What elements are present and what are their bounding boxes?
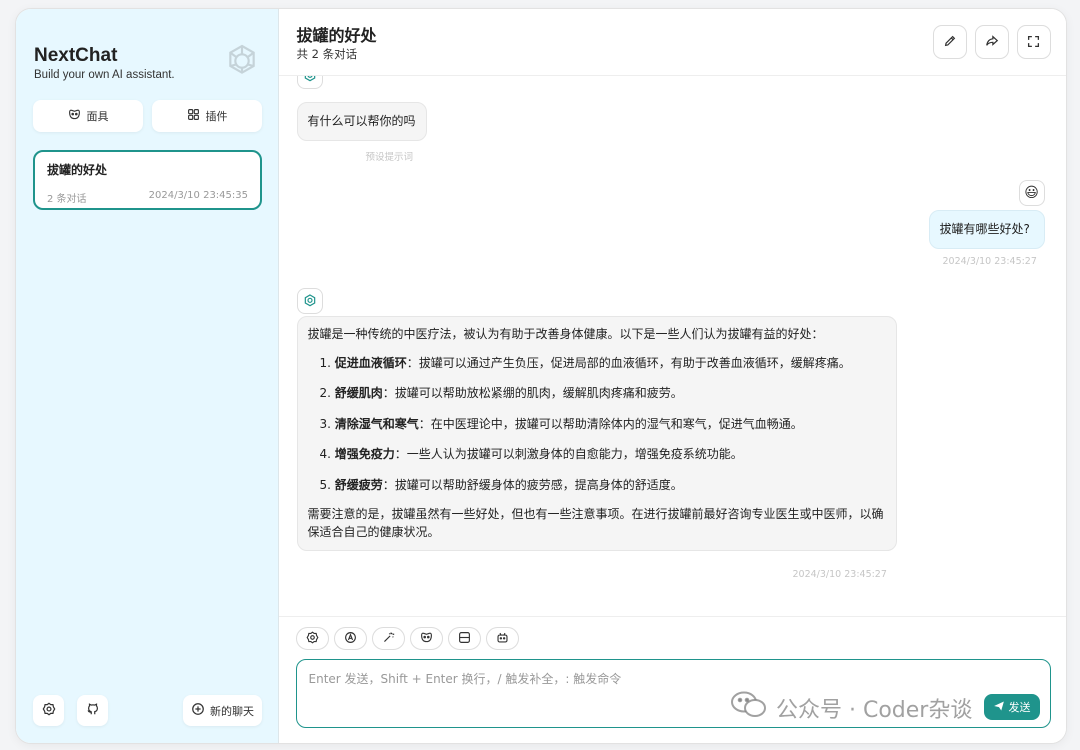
user-message-time: 2024/3/10 23:45:27	[942, 256, 1037, 267]
chat-main: 拔罐的好处 共 2 条对话 有什么可以帮你的吗 预设提示词 😃 拔罐有哪些好处?…	[278, 9, 1067, 743]
greeting-message: 有什么可以帮你的吗	[296, 102, 427, 141]
message-list[interactable]: 有什么可以帮你的吗 预设提示词 😃 拔罐有哪些好处? 2024/3/10 23:…	[279, 76, 1067, 616]
user-avatar-emoji-icon: 😃	[1018, 180, 1045, 206]
send-label: 发送	[1008, 701, 1031, 714]
reply-intro: 拔罐是一种传统的中医疗法，被认为有助于改善身体健康。以下是一些人们认为拔罐有益的…	[307, 327, 824, 341]
user-message: 拔罐有哪些好处?	[928, 210, 1045, 249]
chat-input[interactable]	[295, 659, 1051, 728]
chat-settings-button[interactable]	[295, 627, 329, 650]
auto-theme-icon	[344, 629, 357, 648]
mask-icon	[68, 108, 81, 124]
bot-avatar-icon	[296, 76, 323, 89]
plugin-button[interactable]: 插件	[152, 100, 262, 132]
mask-label: 面具	[86, 110, 109, 123]
clear-context-button[interactable]	[447, 627, 481, 650]
mask-tool-button[interactable]	[409, 627, 443, 650]
new-chat-button[interactable]: 新的聊天	[183, 695, 262, 726]
fullscreen-button[interactable]	[1016, 25, 1051, 59]
mask-icon	[420, 629, 433, 648]
reply-outro: 需要注意的是，拔罐虽然有一些好处，但也有一些注意事项。在进行拔罐前最好咨询专业医…	[307, 506, 884, 540]
reply-time: 2024/3/10 23:45:27	[792, 569, 887, 580]
rename-button[interactable]	[932, 25, 967, 59]
github-icon	[86, 701, 100, 720]
composer: 发送	[278, 616, 1066, 743]
list-item: 5. 舒缓疲劳：拔罐可以帮助舒缓身体的疲劳感，提高身体的舒适度。	[319, 477, 683, 492]
greeting-note: 预设提示词	[365, 152, 414, 163]
plugin-grid-icon	[187, 108, 200, 124]
theme-toggle-button[interactable]	[333, 627, 367, 650]
chat-subtitle: 共 2 条对话	[296, 47, 358, 61]
settings-gear-icon	[42, 701, 56, 720]
assistant-reply: 拔罐是一种传统的中医疗法，被认为有助于改善身体健康。以下是一些人们认为拔罐有益的…	[296, 316, 897, 551]
chat-item-count: 2 条对话	[47, 194, 87, 205]
chat-item-time: 2024/3/10 23:45:35	[148, 190, 248, 201]
maximize-icon	[1027, 33, 1040, 52]
brand-subtitle: Build your own AI assistant.	[34, 69, 175, 81]
mask-button[interactable]: 面具	[33, 100, 143, 132]
reply-benefit-list: 1. 促进血液循环：拔罐可以通过产生负压，促进局部的血液循环，有助于改善血液循环…	[308, 354, 886, 495]
openai-logo-icon	[222, 41, 262, 85]
share-button[interactable]	[974, 25, 1009, 59]
magic-wand-icon	[382, 629, 395, 648]
prompt-button[interactable]	[371, 627, 405, 650]
list-item: 3. 清除湿气和寒气：在中医理论中，拔罐可以帮助清除体内的湿气和寒气，促进气血畅…	[319, 416, 803, 431]
robot-icon	[496, 629, 509, 648]
list-item: 1. 促进血液循环：拔罐可以通过产生负压，促进局部的血液循环，有助于改善血液循环…	[319, 355, 851, 370]
brand-title: NextChat	[34, 45, 118, 66]
settings-gear-icon	[306, 629, 319, 648]
plugin-label: 插件	[205, 110, 228, 123]
user-message-text: 拔罐有哪些好处?	[939, 222, 1030, 236]
list-item: 4. 增强免疫力：一些人认为拔罐可以刺激身体的自愈能力，增强免疫系统功能。	[319, 447, 743, 462]
settings-button[interactable]	[33, 695, 64, 726]
list-item: 2. 舒缓肌肉：拔罐可以帮助放松紧绷的肌肉，缓解肌肉疼痛和疲劳。	[319, 386, 683, 401]
chat-item-title: 拔罐的好处	[47, 163, 108, 177]
new-chat-label: 新的聊天	[210, 704, 254, 718]
chat-header: 拔罐的好处 共 2 条对话	[278, 9, 1066, 76]
bot-avatar-icon	[296, 288, 323, 314]
send-plane-icon	[993, 700, 1005, 715]
sidebar: NextChat Build your own AI assistant. 面具	[16, 9, 279, 743]
app-window: NextChat Build your own AI assistant. 面具	[15, 8, 1067, 744]
github-button[interactable]	[77, 695, 108, 726]
add-circle-icon	[191, 702, 205, 719]
model-switch-button[interactable]	[485, 627, 519, 650]
edit-pencil-icon	[943, 33, 957, 52]
chat-list-item[interactable]: 拔罐的好处 2 条对话 2024/3/10 23:45:35	[33, 150, 262, 210]
greeting-text: 有什么可以帮你的吗	[307, 114, 416, 128]
share-arrow-icon	[985, 33, 999, 52]
send-button[interactable]: 发送	[983, 694, 1040, 720]
break-icon	[458, 629, 471, 648]
chat-title: 拔罐的好处	[296, 26, 377, 45]
